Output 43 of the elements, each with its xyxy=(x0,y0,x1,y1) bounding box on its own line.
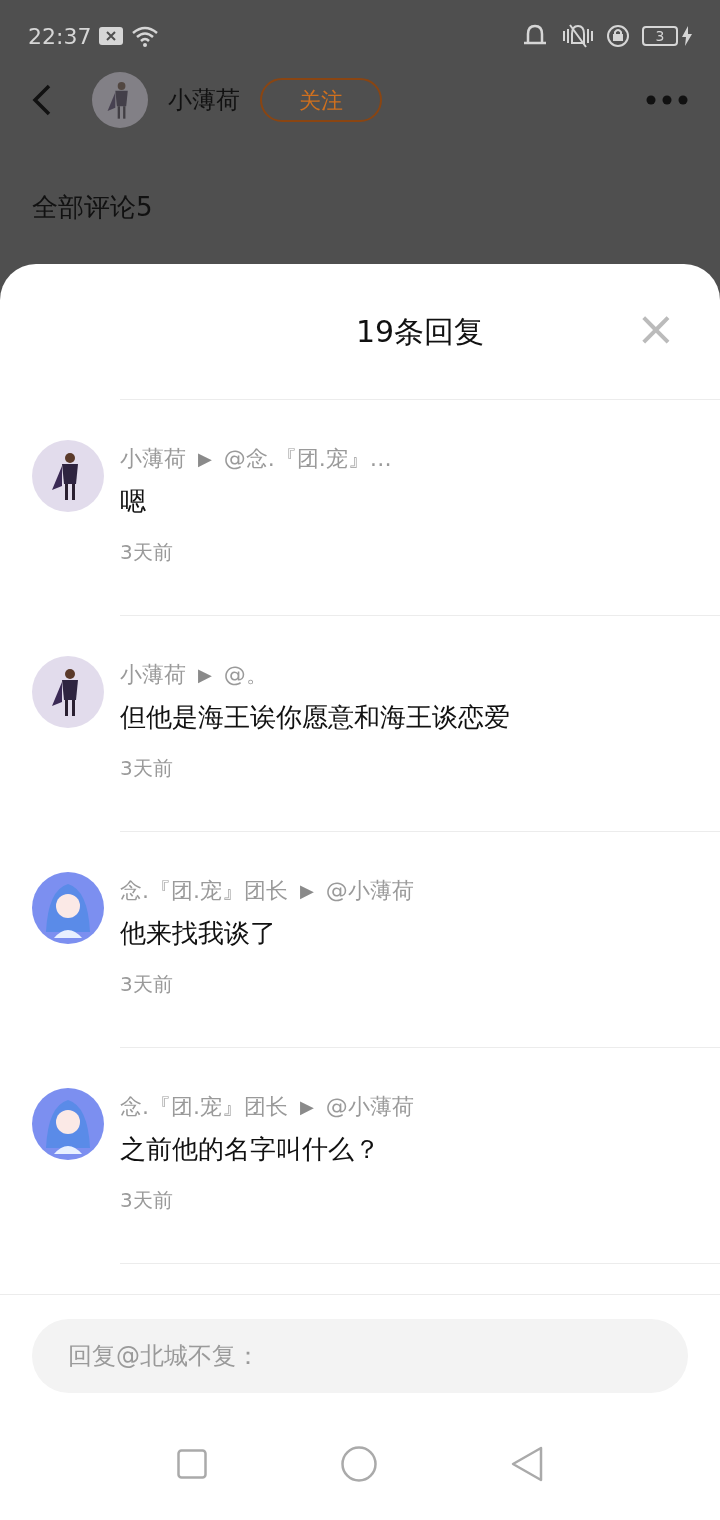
status-time: 22:37 xyxy=(28,22,92,51)
reply-content: 他来找我谈了 xyxy=(120,917,277,950)
reply-target[interactable]: @。 xyxy=(223,657,268,691)
reply-author[interactable]: 小薄荷 xyxy=(120,657,186,691)
reply-arrow: ▶ xyxy=(198,446,212,471)
sheet-title: 19条回复 xyxy=(355,313,485,351)
notification-icon xyxy=(99,27,124,45)
reply-time: 3天前 xyxy=(120,971,174,998)
section-title: 全部评论5 xyxy=(32,192,153,222)
reply-arrow: ▶ xyxy=(300,878,314,903)
reply-author[interactable]: 小薄荷 xyxy=(120,441,186,475)
reply-time: 3天前 xyxy=(120,755,174,782)
avatar-icon xyxy=(32,656,104,728)
reply-target[interactable]: @念.『团.宠』… xyxy=(223,441,392,475)
avatar-icon xyxy=(32,440,104,512)
avatar-icon xyxy=(32,872,104,944)
reply-content: 嗯 xyxy=(120,485,147,518)
home-icon[interactable] xyxy=(341,1446,377,1482)
reply-author[interactable]: 念.『团.宠』团长 xyxy=(120,1089,288,1123)
reply-time: 3天前 xyxy=(120,1187,174,1214)
reply-author[interactable]: 念.『团.宠』团长 xyxy=(120,873,288,907)
reply-input[interactable]: 回复@北城不复： xyxy=(32,1319,688,1393)
reply-time: 3天前 xyxy=(120,539,174,566)
avatar-icon xyxy=(32,1088,104,1160)
close-button[interactable]: × xyxy=(635,304,676,352)
battery-level: 3 xyxy=(642,26,678,46)
reply-target[interactable]: @小薄荷 xyxy=(325,1089,414,1123)
avatar-icon xyxy=(92,72,148,128)
reply-arrow: ▶ xyxy=(300,1094,314,1119)
reply-target[interactable]: @小薄荷 xyxy=(325,873,414,907)
back-icon[interactable] xyxy=(32,84,52,116)
reply-content: 但他是海王诶你愿意和海王谈恋爱 xyxy=(120,701,511,734)
back-nav-icon[interactable] xyxy=(511,1446,543,1482)
wifi-icon xyxy=(131,25,160,47)
recents-icon[interactable] xyxy=(177,1449,207,1479)
vibrate-icon xyxy=(562,23,594,49)
charging-icon xyxy=(682,26,692,46)
lock-rotation-icon xyxy=(606,24,630,48)
follow-button[interactable]: 关注 xyxy=(260,78,382,122)
user-name: 小薄荷 xyxy=(168,85,240,116)
more-icon[interactable] xyxy=(646,95,688,105)
reply-arrow: ▶ xyxy=(198,662,212,687)
reply-content: 之前他的名字叫什么？ xyxy=(120,1133,381,1166)
